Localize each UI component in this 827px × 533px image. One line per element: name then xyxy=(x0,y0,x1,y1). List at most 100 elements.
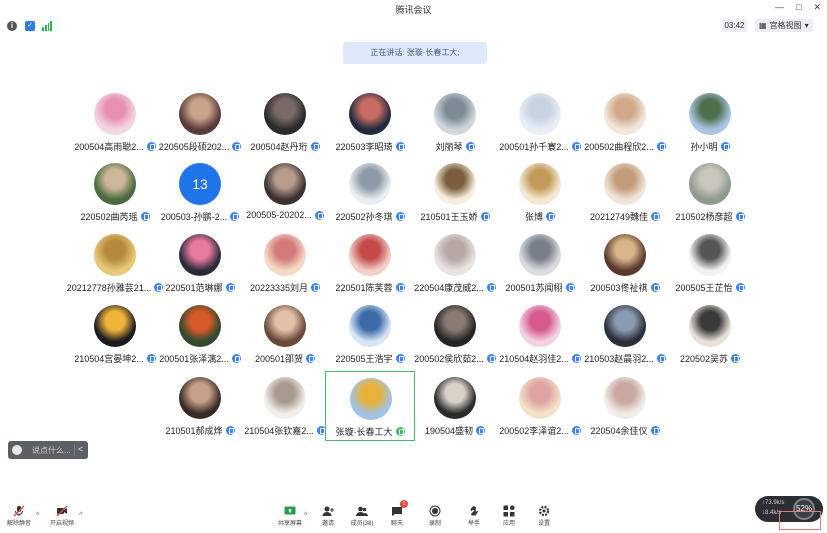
participant-tile[interactable]: 220505王浩宇 xyxy=(325,299,415,369)
participant-name: 220505段硕202... xyxy=(158,142,230,152)
members-button[interactable]: 成员(38) xyxy=(345,504,379,527)
participant-tile[interactable]: 20212749魏佳 xyxy=(580,157,670,227)
emoji-icon[interactable] xyxy=(12,445,22,455)
avatar xyxy=(689,163,731,205)
participant-name: 20212749魏佳 xyxy=(589,212,649,222)
participant-tile[interactable]: 200502李泽谊2... xyxy=(495,371,585,441)
participant-name: 刘丽琴 xyxy=(435,142,463,152)
participant-tile[interactable]: 190504盛韧 xyxy=(410,371,500,441)
participant-tile[interactable]: 200505王芷怡 xyxy=(665,228,755,298)
avatar xyxy=(519,377,561,419)
participant-tile[interactable]: 200504高雨聪2... xyxy=(70,87,160,157)
participant-name: 210504张钦嘉2... xyxy=(244,426,314,436)
participant-tile[interactable]: 210501王玉娇 xyxy=(410,157,500,227)
participant-tile[interactable]: 200501苏闻栩 xyxy=(495,228,585,298)
participant-tile[interactable]: 220502孙冬琪 xyxy=(325,157,415,227)
avatar xyxy=(604,93,646,135)
participant-name: 200501邵贺 xyxy=(254,354,304,364)
participant-tile[interactable]: 220504康茂威2... xyxy=(410,228,500,298)
title-bar: 腾讯会议 — □ ✕ xyxy=(0,0,827,18)
shield-icon[interactable]: ✓ xyxy=(25,21,35,31)
name-row: 200501张泽漓2... xyxy=(155,352,245,365)
participant-tile[interactable]: 210504宫晏坤2... xyxy=(70,299,160,369)
participant-name: 220502吴苏 xyxy=(679,354,729,364)
participant-tile[interactable]: 210501郝成烨 xyxy=(155,371,245,441)
collapse-chat-button[interactable]: < xyxy=(78,444,83,454)
participant-tile[interactable]: 200501邵贺 xyxy=(240,299,330,369)
avatar xyxy=(264,93,306,135)
avatar xyxy=(179,93,221,135)
name-row: 刘丽琴 xyxy=(410,140,500,153)
divider xyxy=(74,444,75,456)
participant-tile[interactable]: 刘丽琴 xyxy=(410,87,500,157)
close-button[interactable]: ✕ xyxy=(813,2,821,13)
unmute-label: 解除静音 xyxy=(6,521,31,527)
settings-button[interactable]: 设置 xyxy=(527,504,561,527)
maximize-button[interactable]: □ xyxy=(796,2,801,13)
name-row: 200505-20202... xyxy=(240,210,330,220)
signal-icon[interactable] xyxy=(42,21,52,31)
participant-name: 220502曲芮瑶 xyxy=(80,212,138,222)
participant-tile[interactable]: 张博 xyxy=(495,157,585,227)
participant-tile[interactable]: 200502曲程欣2... xyxy=(580,87,670,157)
chat-input-bar[interactable]: 说点什么... < xyxy=(8,441,88,459)
participant-tile[interactable]: 200501孙千寰2... xyxy=(495,87,585,157)
start-video-button[interactable]: 开启视频 xyxy=(45,504,79,527)
participant-name: 210504宫晏坤2... xyxy=(74,354,144,364)
record-button[interactable]: 录制 xyxy=(418,504,452,527)
participant-tile[interactable]: 200502侯欣茹2... xyxy=(410,299,500,369)
camera-off-icon xyxy=(56,504,68,517)
participant-tile[interactable]: 200505-20202... xyxy=(240,157,330,227)
participant-tile[interactable]: 20223335刘月 xyxy=(240,228,330,298)
name-row: 210501王玉娇 xyxy=(410,210,500,223)
participant-tile[interactable]: 220505段硕202... xyxy=(155,87,245,157)
mic-muted-icon xyxy=(306,354,316,363)
avatar xyxy=(94,93,136,135)
avatar xyxy=(179,305,221,347)
participant-tile-active-speaker[interactable]: 张璇·长春工大 xyxy=(325,371,415,441)
view-switch-button[interactable]: ▦ 宫格视图 ▾ xyxy=(755,19,813,32)
participant-name: 200505王芷怡 xyxy=(675,283,733,293)
participant-tile[interactable]: 200504赵丹珩 xyxy=(240,87,330,157)
participant-tile[interactable]: 20212778孙雅芸21... xyxy=(67,228,164,298)
minimize-button[interactable]: — xyxy=(775,2,784,13)
participant-tile[interactable]: 200501张泽漓2... xyxy=(155,299,245,369)
participant-tile[interactable]: 210502杨彦超 xyxy=(665,157,755,227)
chat-button[interactable]: 1 聊天 xyxy=(380,500,414,527)
participant-tile[interactable]: 220501范琳娜 xyxy=(155,228,245,298)
status-bar: i ✓ 03:42 ▦ 宫格视图 ▾ xyxy=(0,18,827,34)
participant-tile[interactable]: 220502曲芮瑶 xyxy=(70,157,160,227)
participant-tile[interactable]: 220502吴苏 xyxy=(665,299,755,369)
name-row: 200501孙千寰2... xyxy=(495,140,585,153)
mic-muted-icon xyxy=(651,212,661,221)
chevron-up-icon[interactable]: ^ xyxy=(79,512,82,519)
participant-tile[interactable]: 200503佟祉祺 xyxy=(580,228,670,298)
participant-name: 20223335刘月 xyxy=(249,283,309,293)
participant-tile[interactable]: 220503李昭琦 xyxy=(325,87,415,157)
bottom-toolbar: 解除静音 ^ 开启视频 ^ 共享屏幕 ^ 邀请 成员(38) 1 聊天 录制 举… xyxy=(0,500,827,533)
apps-button[interactable]: 应用 xyxy=(492,504,526,527)
speaker-banner: 正在讲话: 张璇·长春工大; xyxy=(343,42,487,64)
chevron-up-icon[interactable]: ^ xyxy=(304,512,307,519)
name-row: 220501范琳娜 xyxy=(155,281,245,294)
avatar xyxy=(94,305,136,347)
participant-name: 200503-孙鹏-2... xyxy=(160,212,228,222)
participant-tile[interactable]: 210504赵羽佳2... xyxy=(495,299,585,369)
chevron-up-icon[interactable]: ^ xyxy=(36,512,39,519)
chat-label: 聊天 xyxy=(390,521,403,527)
participant-tile[interactable]: 210504张钦嘉2... xyxy=(240,371,330,441)
name-row: 210504赵羽佳2... xyxy=(495,352,585,365)
unmute-button[interactable]: 解除静音 xyxy=(2,504,36,527)
participant-tile[interactable]: 孙小明 xyxy=(665,87,755,157)
participant-tile[interactable]: 220501陈芙蓉 xyxy=(325,228,415,298)
participant-tile[interactable]: 220504余佳仪 xyxy=(580,371,670,441)
info-icon[interactable]: i xyxy=(7,21,17,31)
name-row: 20212749魏佳 xyxy=(580,210,670,223)
raise-hand-button[interactable]: 举手 xyxy=(457,504,491,527)
share-screen-button[interactable]: 共享屏幕 xyxy=(273,504,307,527)
participant-tile[interactable]: 13 200503-孙鹏-2... xyxy=(155,157,245,227)
chat-placeholder[interactable]: 说点什么... xyxy=(32,445,71,456)
participant-tile[interactable]: 210503赵晨羽2... xyxy=(580,299,670,369)
avatar xyxy=(604,377,646,419)
invite-button[interactable]: 邀请 xyxy=(311,504,345,527)
